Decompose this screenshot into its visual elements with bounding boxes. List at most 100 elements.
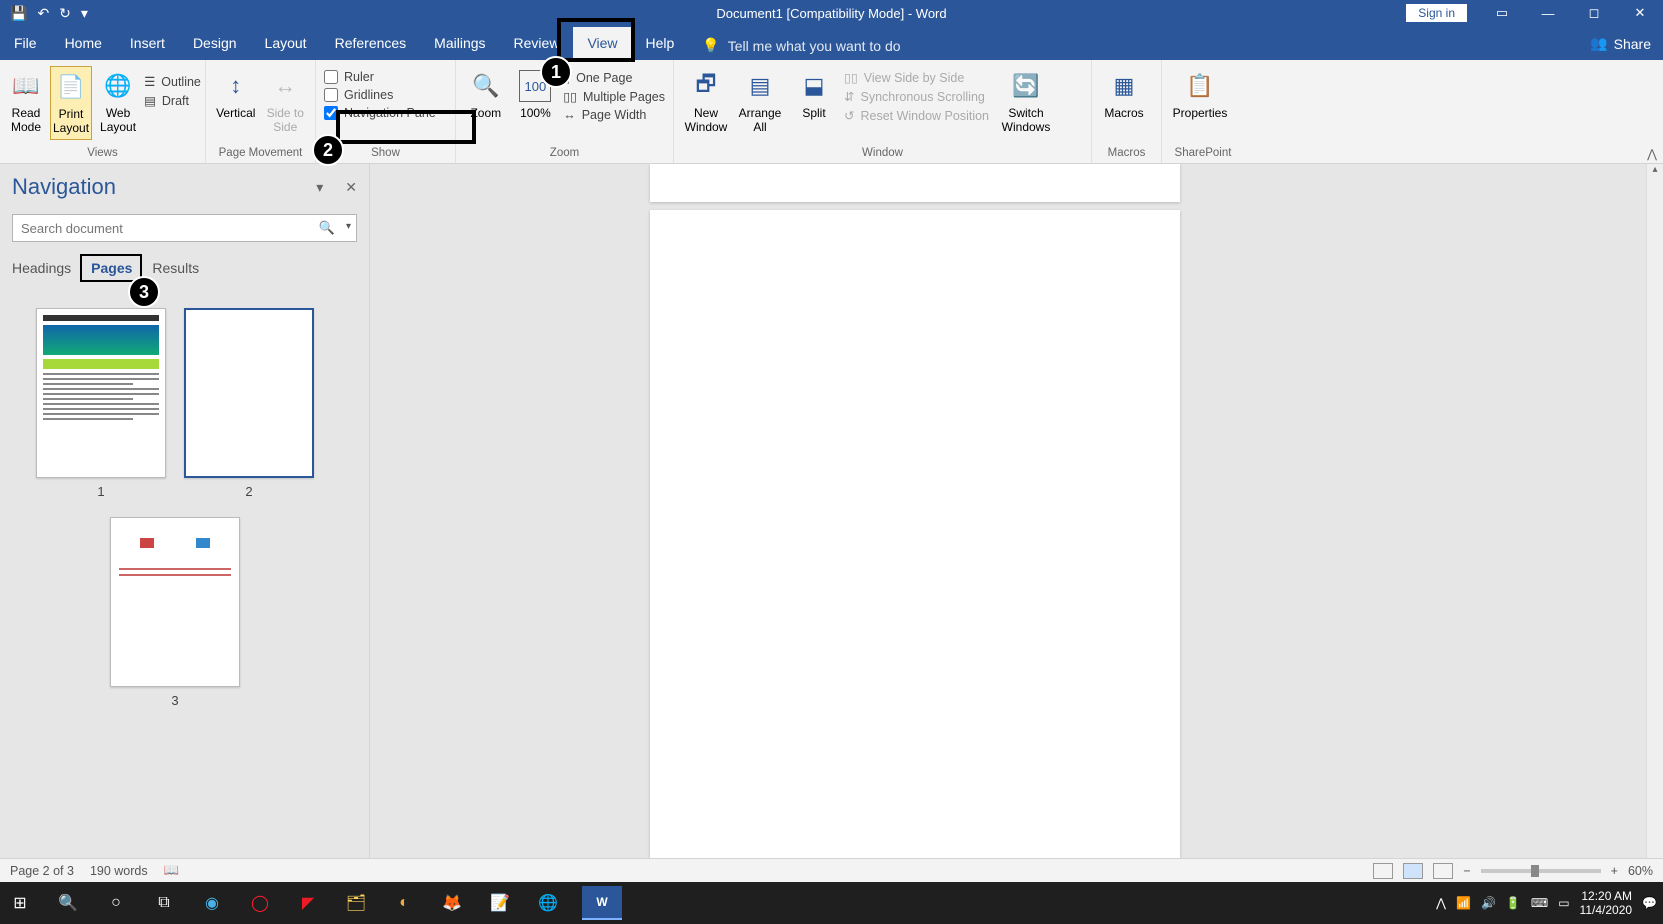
clock-date: 11/4/2020 xyxy=(1580,903,1633,917)
document-page[interactable] xyxy=(650,210,1180,910)
tray-input-icon[interactable]: ⌨ xyxy=(1531,896,1548,910)
read-mode-button[interactable]: 📖 Read Mode xyxy=(8,66,44,138)
chrome-icon[interactable]: 🌐 xyxy=(534,889,562,917)
share-button[interactable]: 👥 Share xyxy=(1590,35,1651,52)
split-button[interactable]: ⬓ Split xyxy=(790,66,838,124)
vertical-scrollbar[interactable]: ▴ xyxy=(1646,164,1663,914)
tab-mailings[interactable]: Mailings xyxy=(420,27,499,60)
multiple-pages-button[interactable]: ▯▯Multiple Pages xyxy=(563,89,665,104)
vertical-button[interactable]: ↕ Vertical xyxy=(214,66,258,124)
nav-options-icon[interactable]: ▾ xyxy=(316,179,323,196)
zoom-button[interactable]: 🔍 Zoom xyxy=(464,66,508,124)
macros-button[interactable]: ▦ Macros xyxy=(1100,66,1148,124)
tab-references[interactable]: References xyxy=(321,27,421,60)
vertical-label: Vertical xyxy=(216,106,255,120)
view-side-by-side-button[interactable]: ▯▯View Side by Side xyxy=(844,70,989,85)
adobe-icon[interactable]: ◤ xyxy=(294,889,322,917)
gridlines-checkbox[interactable]: Gridlines xyxy=(324,88,436,102)
search-document-input[interactable] xyxy=(12,214,357,242)
multi-page-label: Multiple Pages xyxy=(583,90,665,104)
undo-icon[interactable]: ↶ xyxy=(37,5,49,22)
body-area: Navigation ▾ ✕ 🔍 ▾ Headings Pages Result… xyxy=(0,164,1663,914)
thumbnail-page-3[interactable] xyxy=(110,517,240,687)
system-clock[interactable]: 12:20 AM 11/4/2020 xyxy=(1580,889,1633,918)
redo-icon[interactable]: ↻ xyxy=(59,5,71,22)
properties-icon: 📋 xyxy=(1184,70,1216,102)
ribbon-display-icon[interactable]: ▭ xyxy=(1479,0,1525,26)
switch-windows-button[interactable]: 🔄 Switch Windows xyxy=(995,66,1057,138)
explorer-icon[interactable]: 🗂 xyxy=(342,889,370,917)
notepad-icon[interactable]: 📝 xyxy=(486,889,514,917)
web-layout-button[interactable]: 🌐 Web Layout xyxy=(98,66,138,138)
tell-me-search[interactable]: 💡 Tell me what you want to do xyxy=(688,37,914,60)
search-dropdown-icon[interactable]: ▾ xyxy=(346,221,351,232)
new-window-label: New Window xyxy=(684,106,728,134)
thumbnail-page-1[interactable] xyxy=(36,308,166,478)
taskbar-search-icon[interactable]: 🔍 xyxy=(54,889,82,917)
edge-icon[interactable]: ◉ xyxy=(198,889,226,917)
collapse-ribbon-icon[interactable]: ⋀ xyxy=(1647,147,1657,161)
document-page-prev-bottom[interactable] xyxy=(650,164,1180,202)
qat-dropdown-icon[interactable]: ▾ xyxy=(81,5,88,22)
firefox-icon[interactable]: 🦊 xyxy=(438,889,466,917)
word-taskbar-icon[interactable]: W xyxy=(582,886,622,920)
opera-icon[interactable]: ◯ xyxy=(246,889,274,917)
zoom-out-icon[interactable]: − xyxy=(1463,864,1470,878)
draft-button[interactable]: ▤Draft xyxy=(144,93,201,108)
arrange-all-button[interactable]: ▤ Arrange All xyxy=(736,66,784,138)
tab-insert[interactable]: Insert xyxy=(116,27,179,60)
status-page[interactable]: Page 2 of 3 xyxy=(10,864,74,878)
one-page-button[interactable]: ▯One Page xyxy=(563,70,665,85)
page-width-button[interactable]: ↔Page Width xyxy=(563,108,665,122)
cortana-icon[interactable]: ○ xyxy=(102,889,130,917)
read-view-icon[interactable] xyxy=(1373,863,1393,879)
tray-notifications-icon[interactable]: 💬 xyxy=(1642,896,1657,910)
status-words[interactable]: 190 words xyxy=(90,864,148,878)
tab-design[interactable]: Design xyxy=(179,27,251,60)
tab-file[interactable]: File xyxy=(0,27,51,60)
app-icon[interactable]: ◐ xyxy=(390,889,418,917)
tray-network-icon[interactable]: 📶 xyxy=(1456,896,1471,910)
maximize-icon[interactable]: ◻ xyxy=(1571,0,1617,26)
reset-window-position-button[interactable]: ↺Reset Window Position xyxy=(844,108,989,123)
close-icon[interactable]: ✕ xyxy=(1617,0,1663,26)
web-view-icon[interactable] xyxy=(1433,863,1453,879)
status-spellcheck-icon[interactable]: 📖 xyxy=(164,863,180,878)
nav-close-icon[interactable]: ✕ xyxy=(345,179,357,196)
tray-speaker-icon[interactable]: 🔊 xyxy=(1481,896,1496,910)
save-icon[interactable]: 💾 xyxy=(10,5,27,22)
nav-tab-headings[interactable]: Headings xyxy=(12,260,71,280)
ribbon-tabs: File Home Insert Design Layout Reference… xyxy=(0,26,1663,60)
start-button-icon[interactable]: ⊞ xyxy=(6,889,34,917)
tray-keyboard-icon[interactable]: ▭ xyxy=(1558,896,1569,910)
scroll-up-icon[interactable]: ▴ xyxy=(1647,164,1663,181)
tray-battery-icon[interactable]: 🔋 xyxy=(1506,896,1521,910)
side-to-side-button[interactable]: ↔ Side to Side xyxy=(264,66,308,138)
new-window-button[interactable]: 🗗 New Window xyxy=(682,66,730,138)
navigation-pane-checkbox[interactable]: Navigation Pane xyxy=(324,106,436,120)
window-group-label: Window xyxy=(682,147,1083,161)
zoom-in-icon[interactable]: + xyxy=(1611,864,1618,878)
sharepoint-group-label: SharePoint xyxy=(1170,147,1236,161)
tab-view[interactable]: View xyxy=(573,27,631,60)
tab-review[interactable]: Review xyxy=(500,27,574,60)
outline-button[interactable]: ☰Outline xyxy=(144,74,201,89)
thumbnail-page-2[interactable] xyxy=(184,308,314,478)
zoom-level[interactable]: 60% xyxy=(1628,864,1653,878)
synchronous-scrolling-button[interactable]: ⇵Synchronous Scrolling xyxy=(844,89,989,104)
properties-button[interactable]: 📋 Properties xyxy=(1170,66,1230,124)
signin-button[interactable]: Sign in xyxy=(1406,4,1467,22)
tab-help[interactable]: Help xyxy=(632,27,689,60)
tab-home[interactable]: Home xyxy=(51,27,116,60)
nav-tab-results[interactable]: Results xyxy=(152,260,199,280)
print-view-icon[interactable] xyxy=(1403,863,1423,879)
ruler-checkbox[interactable]: Ruler xyxy=(324,70,436,84)
search-icon[interactable]: 🔍 xyxy=(319,220,335,236)
tray-expand-icon[interactable]: ⋀ xyxy=(1436,896,1446,910)
task-view-icon[interactable]: ⧉ xyxy=(150,889,178,917)
nav-tab-pages[interactable]: Pages xyxy=(91,260,132,280)
print-layout-button[interactable]: 📄 Print Layout xyxy=(50,66,92,140)
zoom-slider[interactable] xyxy=(1481,869,1601,873)
minimize-icon[interactable]: — xyxy=(1525,0,1571,26)
tab-layout[interactable]: Layout xyxy=(251,27,321,60)
